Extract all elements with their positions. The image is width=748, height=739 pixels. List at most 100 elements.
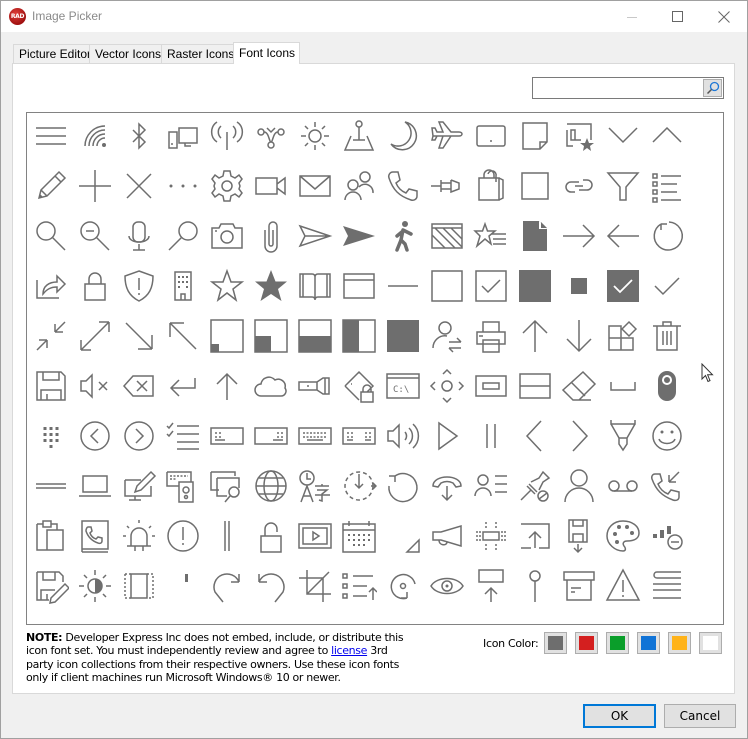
icon-cell[interactable] [337,411,381,461]
icon-cell[interactable] [161,411,205,461]
icon-cell[interactable] [601,311,645,361]
icon-cell[interactable] [117,161,161,211]
icon-cell[interactable] [337,113,381,161]
color-swatch-blue[interactable] [637,632,660,654]
icon-cell-partial[interactable] [73,611,117,624]
icon-cell[interactable] [645,113,689,161]
license-link[interactable]: license [331,644,367,657]
icon-cell-partial[interactable] [557,611,601,624]
icon-cell[interactable] [29,261,73,311]
tab-picture-editor[interactable]: Picture Editor [13,44,91,63]
icon-cell[interactable] [469,461,513,511]
tab-raster-icons[interactable]: Raster Icons [161,44,234,63]
icon-cell[interactable] [645,161,689,211]
icon-cell[interactable] [249,511,293,561]
icon-cell[interactable] [249,461,293,511]
icon-cell[interactable] [601,461,645,511]
icon-cell[interactable] [249,211,293,261]
icon-cell[interactable] [337,511,381,561]
icon-cell[interactable] [381,411,425,461]
icon-cell[interactable] [601,261,645,311]
icon-cell[interactable] [73,411,117,461]
icon-cell-partial[interactable] [469,611,513,624]
icon-cell[interactable] [337,461,381,511]
icon-cell[interactable] [205,311,249,361]
ok-button[interactable]: OK [583,704,656,728]
icon-cell[interactable] [205,461,249,511]
icon-cell[interactable] [425,113,469,161]
icon-cell[interactable] [161,311,205,361]
icon-cell-partial[interactable] [249,611,293,624]
tab-vector-icons[interactable]: Vector Icons [89,44,162,63]
icon-cell[interactable] [249,361,293,411]
icon-cell[interactable] [205,361,249,411]
icon-cell[interactable] [161,461,205,511]
icon-cell[interactable] [337,161,381,211]
icon-cell[interactable] [513,511,557,561]
icon-cell[interactable] [557,461,601,511]
icon-cell[interactable] [381,561,425,611]
icon-cell[interactable] [645,361,689,411]
icon-cell[interactable] [601,561,645,611]
icon-cell[interactable] [293,411,337,461]
icon-cell-partial[interactable] [337,611,381,624]
icon-cell[interactable] [425,311,469,361]
icon-cell[interactable] [205,113,249,161]
icon-cell[interactable]: C:\ [381,361,425,411]
icon-cell[interactable] [601,361,645,411]
icon-cell[interactable] [601,211,645,261]
icon-cell-partial[interactable] [205,611,249,624]
icon-cell[interactable] [557,311,601,361]
icon-cell[interactable] [601,511,645,561]
icon-cell[interactable] [557,561,601,611]
icon-cell[interactable] [381,113,425,161]
icon-cell[interactable] [645,511,689,561]
icon-cell[interactable] [293,561,337,611]
icon-cell[interactable] [469,261,513,311]
icon-cell[interactable] [513,411,557,461]
icon-cell[interactable] [29,411,73,461]
icon-cell[interactable] [469,561,513,611]
icon-cell[interactable] [645,561,689,611]
icon-cell[interactable] [117,211,161,261]
icon-cell-partial[interactable] [29,611,73,624]
icon-cell[interactable] [601,411,645,461]
icon-cell[interactable] [293,461,337,511]
icon-cell[interactable] [161,211,205,261]
icon-cell[interactable] [381,311,425,361]
icon-cell[interactable] [513,161,557,211]
icon-cell[interactable] [425,511,469,561]
icon-cell[interactable] [425,161,469,211]
icon-cell[interactable] [73,461,117,511]
icon-cell[interactable] [161,261,205,311]
icon-cell[interactable] [29,361,73,411]
icon-cell[interactable] [337,311,381,361]
icon-cell-partial[interactable] [381,611,425,624]
icon-cell[interactable] [73,511,117,561]
icon-cell-partial[interactable] [293,611,337,624]
cancel-button[interactable]: Cancel [664,704,736,728]
icon-cell[interactable] [557,261,601,311]
icon-cell[interactable] [73,361,117,411]
icon-cell[interactable] [645,411,689,461]
icon-cell[interactable] [293,161,337,211]
icon-cell[interactable] [249,561,293,611]
icon-cell[interactable] [645,311,689,361]
icon-cell[interactable] [557,211,601,261]
icon-cell[interactable] [381,211,425,261]
icon-cell[interactable] [29,311,73,361]
icon-cell[interactable] [117,411,161,461]
icon-cell[interactable] [645,461,689,511]
icon-cell[interactable] [513,561,557,611]
icon-cell[interactable] [73,211,117,261]
icon-cell[interactable] [73,311,117,361]
icon-cell[interactable] [469,113,513,161]
icon-cell[interactable] [557,411,601,461]
icon-cell[interactable] [337,211,381,261]
icon-cell[interactable] [337,561,381,611]
color-swatch-yellow[interactable] [668,632,691,654]
icon-cell[interactable] [601,113,645,161]
icon-cell[interactable] [205,261,249,311]
icon-cell-partial[interactable] [161,611,205,624]
minimize-button[interactable] [609,1,655,32]
